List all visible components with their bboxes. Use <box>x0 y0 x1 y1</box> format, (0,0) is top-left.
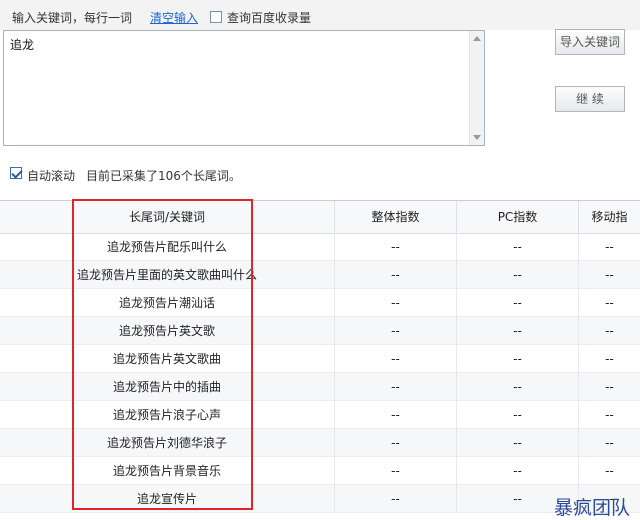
scroll-up-arrow-icon[interactable] <box>473 36 481 41</box>
cell-overall-index: -- <box>335 429 457 457</box>
cell-mobile-index: -- <box>605 464 614 478</box>
baidu-index-label: 查询百度收录量 <box>227 11 312 25</box>
cell-keyword: 追龙预告片刘德华浪子 <box>0 429 335 457</box>
cell-overall-index: -- <box>335 261 457 289</box>
cell-overall-index: -- <box>335 345 457 373</box>
cell-mobile-index: -- <box>605 352 614 366</box>
cell-mobile-index: -- <box>605 296 614 310</box>
cell-keyword: 追龙预告片英文歌曲 <box>0 345 335 373</box>
input-scrollbar[interactable] <box>469 31 484 145</box>
keyword-input-area[interactable]: 追龙 <box>3 30 485 146</box>
cell-mobile-index: -- <box>605 324 614 338</box>
table-row[interactable]: 追龙预告片里面的英文歌曲叫什么 -- -- -- <box>0 261 640 289</box>
cell-mobile-index: -- <box>605 268 614 282</box>
cell-pc-index: -- <box>457 233 579 261</box>
baidu-index-checkbox[interactable] <box>210 11 222 23</box>
table-row[interactable]: 追龙预告片潮汕话 -- -- -- <box>0 289 640 317</box>
cell-mobile-index: -- <box>605 240 614 254</box>
cell-mobile-index: -- <box>605 380 614 394</box>
cell-pc-index: -- <box>457 429 579 457</box>
cell-mobile-index: -- <box>605 408 614 422</box>
autoscroll-label: 自动滚动 <box>27 169 76 183</box>
table-row[interactable]: 追龙预告片中的插曲 -- -- -- <box>0 373 640 401</box>
cell-pc-index: -- <box>457 289 579 317</box>
cell-pc-index: -- <box>457 401 579 429</box>
cell-pc-index: -- <box>457 261 579 289</box>
column-header-keyword[interactable]: 长尾词/关键词 <box>0 201 335 233</box>
cell-overall-index: -- <box>335 317 457 345</box>
cell-mobile-index: -- <box>605 436 614 450</box>
cell-keyword: 追龙预告片英文歌 <box>0 317 335 345</box>
cell-keyword: 追龙预告片中的插曲 <box>0 373 335 401</box>
table-row[interactable]: 追龙预告片英文歌 -- -- -- <box>0 317 640 345</box>
cell-pc-index: -- <box>457 373 579 401</box>
cell-keyword: 追龙预告片背景音乐 <box>0 457 335 485</box>
cell-pc-index: -- <box>457 317 579 345</box>
autoscroll-checkbox[interactable] <box>10 167 22 179</box>
table-row[interactable]: 追龙预告片浪子心声 -- -- -- <box>0 401 640 429</box>
cell-overall-index: -- <box>335 373 457 401</box>
cell-pc-index: -- <box>457 457 579 485</box>
keyword-input-text: 追龙 <box>10 38 35 52</box>
cell-keyword: 追龙预告片配乐叫什么 <box>0 233 335 261</box>
keyword-table: 长尾词/关键词 整体指数 PC指数 移动指 追龙预告片配乐叫什么 -- -- -- 追龙… <box>0 200 640 517</box>
table-header: 长尾词/关键词 整体指数 PC指数 移动指 <box>0 201 640 234</box>
cell-overall-index: -- <box>335 401 457 429</box>
table-row[interactable]: 追龙预告片背景音乐 -- -- -- <box>0 457 640 485</box>
cell-keyword: 追龙预告片潮汕话 <box>0 289 335 317</box>
cell-keyword: 追龙预告片里面的英文歌曲叫什么 <box>0 261 335 289</box>
table-row[interactable]: 追龙预告片配乐叫什么 -- -- -- <box>0 233 640 261</box>
input-instruction: 输入关键词，每行一词 <box>12 11 133 25</box>
scroll-down-arrow-icon[interactable] <box>473 135 481 140</box>
cell-overall-index: -- <box>335 289 457 317</box>
clear-input-link[interactable]: 清空输入 <box>150 9 198 26</box>
cell-overall-index: -- <box>335 485 457 513</box>
cell-keyword: 追龙预告片浪子心声 <box>0 401 335 429</box>
table-row[interactable]: 追龙宣传片 -- -- -- <box>0 485 640 513</box>
collected-count-text: 目前已采集了106个长尾词。 <box>86 169 241 183</box>
table-row[interactable]: 追龙预告片刘德华浪子 -- -- -- <box>0 429 640 457</box>
cell-keyword: 追龙宣传片 <box>0 485 335 513</box>
cell-overall-index: -- <box>335 233 457 261</box>
cell-overall-index: -- <box>335 457 457 485</box>
cell-pc-index: -- <box>457 345 579 373</box>
continue-button[interactable]: 继 续 <box>555 86 625 112</box>
column-header-overall-index[interactable]: 整体指数 <box>335 201 457 233</box>
column-header-pc-index[interactable]: PC指数 <box>457 201 579 233</box>
import-keywords-button[interactable]: 导入关键词 <box>555 29 625 55</box>
table-row[interactable]: 追龙预告片英文歌曲 -- -- -- <box>0 345 640 373</box>
column-header-mobile-index[interactable]: 移动指 <box>579 201 640 233</box>
